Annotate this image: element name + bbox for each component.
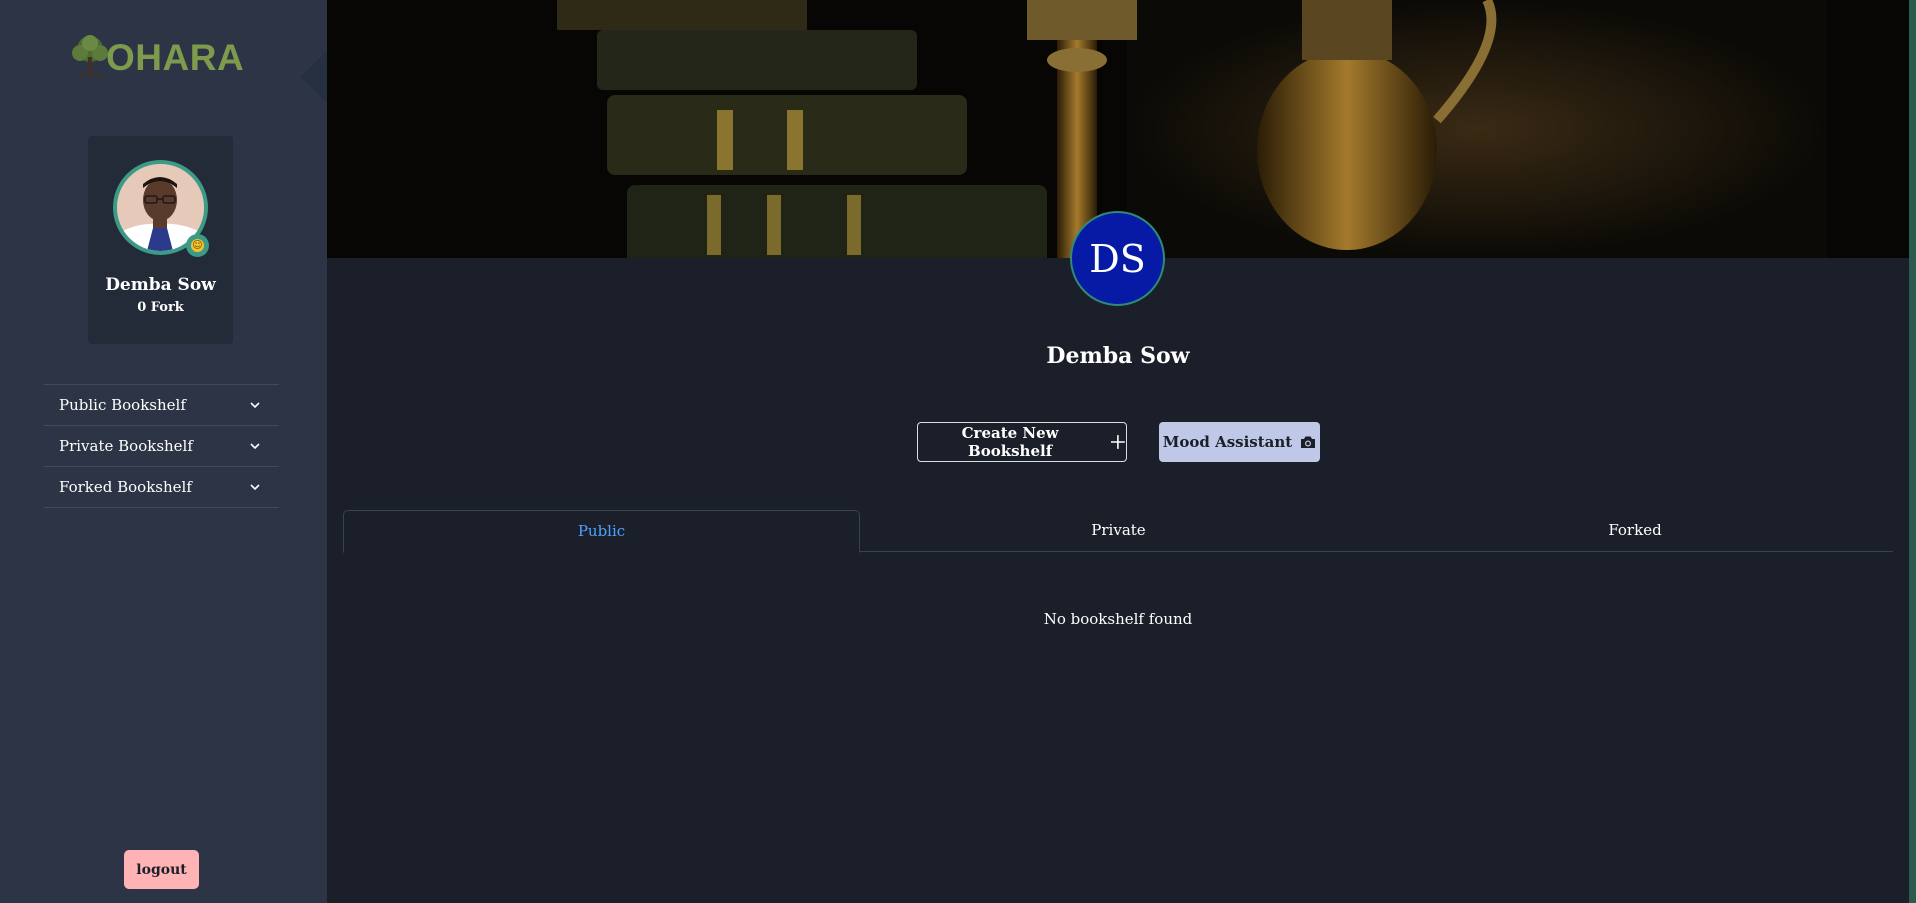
page-title: Demba Sow xyxy=(1046,343,1190,369)
smiley-icon: ☺ xyxy=(191,239,204,252)
mood-assistant-label: Mood Assistant xyxy=(1162,433,1293,451)
plus-icon xyxy=(1111,435,1126,449)
profile-avatar[interactable]: DS xyxy=(1070,211,1165,306)
logo[interactable]: OHARA xyxy=(68,33,244,83)
bookshelf-tabs: Public Private Forked xyxy=(343,510,1893,553)
tab-private[interactable]: Private xyxy=(860,510,1377,552)
tab-public[interactable]: Public xyxy=(343,510,860,553)
fork-count: 0 Fork xyxy=(137,300,184,315)
chevron-down-icon xyxy=(250,484,260,491)
empty-state-message: No bookshelf found xyxy=(1043,610,1193,628)
logout-button[interactable]: logout xyxy=(124,850,199,889)
chevron-down-icon xyxy=(250,443,260,450)
profile-card: ☺ Demba Sow 0 Fork xyxy=(88,136,233,344)
tab-forked[interactable]: Forked xyxy=(1377,510,1893,552)
nav-public-bookshelf[interactable]: Public Bookshelf xyxy=(44,385,279,426)
nav-item-label: Public Bookshelf xyxy=(59,396,186,414)
app-root: OHARA ☺ Demba Sow 0 Fork Public Bookshel… xyxy=(0,0,1916,903)
status-indicator: ☺ xyxy=(186,234,209,257)
create-bookshelf-label: Create New Bookshelf xyxy=(961,424,1059,460)
profile-name: Demba Sow xyxy=(105,275,216,295)
chevron-down-icon xyxy=(250,402,260,409)
scrollbar-edge xyxy=(1909,0,1916,903)
logo-text: OHARA xyxy=(106,37,245,78)
nav-item-label: Forked Bookshelf xyxy=(59,478,192,496)
nav-private-bookshelf[interactable]: Private Bookshelf xyxy=(44,426,279,467)
create-bookshelf-button[interactable]: Create New Bookshelf xyxy=(917,422,1127,462)
sidebar: OHARA ☺ Demba Sow 0 Fork Public Bookshel… xyxy=(0,0,327,903)
mood-assistant-button[interactable]: Mood Assistant xyxy=(1159,422,1320,462)
nav-item-label: Private Bookshelf xyxy=(59,437,193,455)
camera-icon xyxy=(1301,436,1316,448)
bookshelf-nav: Public Bookshelf Private Bookshelf Forke… xyxy=(44,384,279,508)
nav-forked-bookshelf[interactable]: Forked Bookshelf xyxy=(44,467,279,508)
